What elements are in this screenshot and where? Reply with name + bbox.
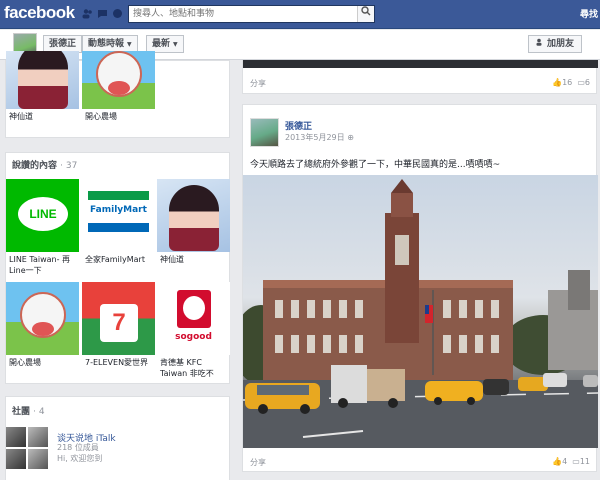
app-label: 神仙道 bbox=[9, 112, 33, 121]
like-label: 7-ELEVEN愛世界 bbox=[85, 358, 149, 367]
like-icon[interactable]: 👍 bbox=[552, 78, 562, 87]
post-stats: 👍4 ▭11 bbox=[552, 457, 590, 466]
like-tile[interactable]: 開心農場 bbox=[6, 282, 79, 368]
post-footer: 分享 👍4 ▭11 bbox=[243, 453, 596, 473]
add-friend-label: 加朋友 bbox=[546, 39, 574, 49]
like-label: 神仙道 bbox=[160, 255, 184, 264]
likes-title: 說讚的內容 bbox=[12, 161, 58, 171]
post-photo[interactable] bbox=[243, 175, 598, 448]
post-date[interactable]: 2013年5月29日 ⊕ bbox=[285, 132, 354, 143]
group-item[interactable]: 谈天说地 iTalk 218 位成員 Hi, 欢迎您到 bbox=[6, 427, 231, 469]
add-friend-icon bbox=[536, 38, 547, 49]
familymart-icon: FamilyMart bbox=[82, 179, 155, 252]
seven-eleven-icon: 7 bbox=[82, 282, 155, 355]
game-girl-icon bbox=[6, 51, 79, 109]
timeline-label: 動態時報 bbox=[88, 39, 125, 49]
likes-panel: 說讚的內容 · 37 LINE LINE Taiwan- 再Line一下 Fam… bbox=[5, 152, 230, 384]
chevron-down-icon: ▼ bbox=[127, 41, 132, 48]
globe-icon: ⊕ bbox=[347, 133, 354, 142]
comment-count: 6 bbox=[584, 78, 590, 87]
app-tile[interactable]: 神仙道 bbox=[6, 51, 79, 122]
group-preview: Hi, 欢迎您到 bbox=[57, 454, 103, 463]
group-member-avatar bbox=[28, 449, 48, 469]
kfc-icon: sogood bbox=[157, 282, 230, 355]
like-count: 4 bbox=[562, 457, 568, 466]
like-tile[interactable]: FamilyMart 全家FamilyMart bbox=[82, 179, 155, 265]
groups-section-title[interactable]: 社團 · 4 bbox=[12, 404, 45, 417]
notifications-icon[interactable] bbox=[112, 8, 123, 19]
group-member-avatar bbox=[6, 427, 26, 447]
like-tile[interactable]: 7 7-ELEVEN愛世界 bbox=[82, 282, 155, 368]
apps-panel: 神仙道 開心農場 bbox=[5, 51, 230, 138]
post-author-name[interactable]: 張德正 bbox=[285, 119, 312, 132]
post-date-text: 2013年5月29日 bbox=[285, 133, 345, 142]
like-tile[interactable]: LINE LINE Taiwan- 再Line一下 bbox=[6, 179, 79, 276]
search-input[interactable] bbox=[129, 6, 354, 22]
search-box bbox=[128, 5, 375, 23]
group-member-avatar bbox=[6, 449, 26, 469]
presidential-office-photo bbox=[243, 179, 598, 448]
likes-section-title[interactable]: 說讚的內容 · 37 bbox=[12, 158, 77, 171]
friend-requests-icon[interactable] bbox=[82, 8, 93, 19]
like-count: 16 bbox=[562, 78, 573, 87]
search-button[interactable] bbox=[357, 6, 374, 22]
farm-cow-icon bbox=[82, 51, 155, 109]
app-tile[interactable]: 開心農場 bbox=[82, 51, 155, 122]
like-tile[interactable]: 神仙道 bbox=[157, 179, 230, 265]
chevron-down-icon: ▼ bbox=[173, 41, 178, 48]
like-label: 肯德基 KFC Taiwan 非吃不 bbox=[160, 358, 214, 378]
share-link[interactable]: 分享 bbox=[250, 457, 266, 468]
facebook-logo[interactable]: facebook bbox=[4, 3, 75, 23]
comment-icon[interactable]: ▭ bbox=[572, 457, 580, 466]
group-members: 218 位成員 bbox=[57, 443, 99, 452]
add-friend-button[interactable]: 加朋友 bbox=[527, 35, 582, 53]
comment-icon[interactable]: ▭ bbox=[577, 78, 585, 87]
like-label: 全家FamilyMart bbox=[85, 255, 145, 264]
post-card: 張德正 2013年5月29日 ⊕ 今天順路去了總統府外參觀了一下，中華民國真的是… bbox=[242, 104, 598, 473]
messages-icon[interactable] bbox=[97, 8, 108, 19]
post-footer: 分享 👍16 ▭6 bbox=[243, 74, 596, 94]
post-stats: 👍16 ▭6 bbox=[552, 78, 590, 87]
app-label: 開心農場 bbox=[85, 112, 117, 121]
post-author-avatar[interactable] bbox=[250, 118, 279, 147]
likes-count: · 37 bbox=[60, 161, 78, 171]
group-member-avatar bbox=[28, 427, 48, 447]
post-text: 今天順路去了總統府外參觀了一下，中華民國真的是...嘖嘖嘖~ bbox=[250, 160, 501, 170]
comment-count: 11 bbox=[579, 457, 590, 466]
share-link[interactable]: 分享 bbox=[250, 78, 266, 89]
search-icon bbox=[361, 6, 371, 16]
find-friends-link[interactable]: 尋找 bbox=[580, 7, 598, 20]
groups-count: · 4 bbox=[33, 407, 45, 417]
like-label: LINE Taiwan- 再Line一下 bbox=[9, 255, 71, 275]
like-label: 開心農場 bbox=[9, 358, 41, 367]
line-icon: LINE bbox=[6, 179, 79, 252]
groups-title: 社團 bbox=[12, 407, 31, 417]
recent-label: 最新 bbox=[152, 39, 171, 49]
post-photo[interactable] bbox=[243, 60, 598, 68]
game-girl-icon bbox=[157, 179, 230, 252]
groups-panel: 社團 · 4 谈天说地 iTalk 218 位成員 Hi, 欢迎您到 bbox=[5, 396, 230, 480]
post-card: 分享 👍16 ▭6 bbox=[242, 60, 598, 94]
top-navigation-bar: facebook 尋找 bbox=[0, 0, 600, 29]
like-icon[interactable]: 👍 bbox=[552, 457, 562, 466]
like-tile[interactable]: sogood 肯德基 KFC Taiwan 非吃不 bbox=[157, 282, 230, 379]
farm-cow-icon bbox=[6, 282, 79, 355]
